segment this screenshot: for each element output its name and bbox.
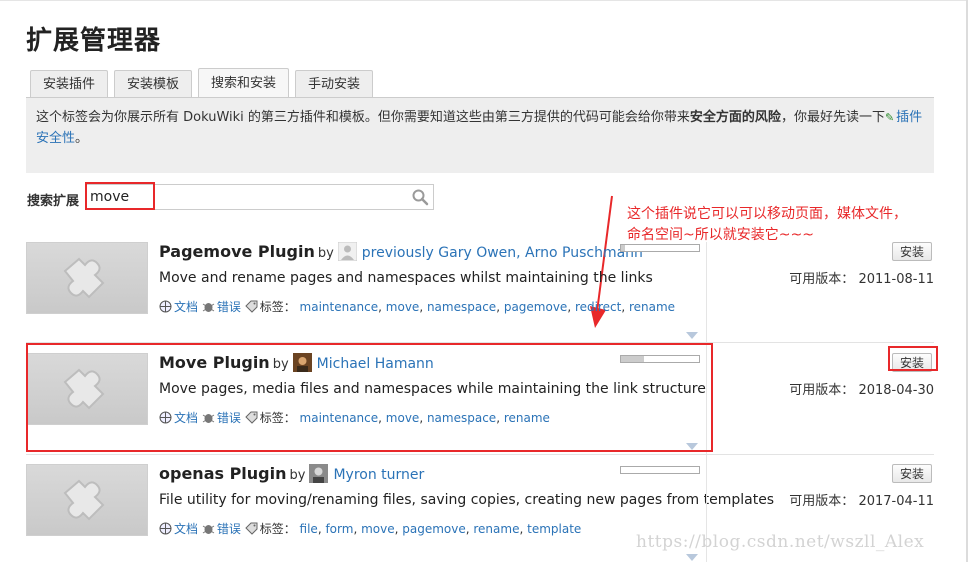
version-info: 可用版本： 2017-04-11 bbox=[789, 490, 934, 509]
plugin-name: Pagemove Plugin bbox=[159, 242, 315, 261]
tag-link[interactable]: maintenance bbox=[300, 300, 379, 314]
annotation-line-1: 这个插件说它可以可以移动页面，媒体文件， bbox=[627, 206, 907, 222]
plugin-meta: 文档 错误 标签： maintenance, move, namespace, … bbox=[159, 298, 675, 315]
tags-label: 标签： bbox=[259, 300, 296, 314]
annotation-note: 这个插件说它可以可以移动页面，媒体文件， 命名空间~所以就安装它~~~ bbox=[627, 204, 957, 246]
tag-icon bbox=[244, 522, 258, 535]
popularity-fill bbox=[621, 245, 625, 251]
intro-text: 这个标签会为你展示所有 DokuWiki 的第三方插件和模板。但你需要知道这些由… bbox=[36, 110, 690, 125]
tag-link[interactable]: template bbox=[527, 522, 581, 536]
bug-icon bbox=[202, 303, 215, 312]
author-avatar-placeholder-icon bbox=[337, 242, 357, 261]
tag-link[interactable]: rename bbox=[473, 522, 519, 536]
intro-text-2: ，你最好先读一下 bbox=[780, 110, 885, 125]
watermark: https://blog.csdn.net/wszll_Alex bbox=[636, 532, 925, 552]
plugin-item-openas: openas Plugin by Myron turner File utility… bbox=[26, 464, 934, 574]
plugin-name: openas Plugin bbox=[159, 464, 287, 483]
version-value: 2017-04-11 bbox=[858, 494, 934, 509]
version-info: 可用版本： 2011-08-11 bbox=[789, 268, 934, 287]
page-title: 扩展管理器 bbox=[26, 26, 162, 56]
install-button[interactable]: 安装 bbox=[892, 242, 932, 261]
plugin-thumbnail bbox=[26, 242, 148, 314]
puzzle-icon bbox=[63, 257, 105, 299]
bugs-link[interactable]: 错误 bbox=[217, 300, 241, 314]
version-value: 2018-04-30 bbox=[858, 383, 934, 398]
plugin-meta: 文档 错误 标签： file, form, move, pagemove, re… bbox=[159, 520, 581, 537]
version-value: 2011-08-11 bbox=[858, 272, 934, 287]
version-label: 可用版本： bbox=[789, 383, 855, 398]
tab-manual-install[interactable]: 手动安装 bbox=[295, 70, 374, 97]
tag-link[interactable]: move bbox=[386, 300, 420, 314]
tab-bar: 安装插件 安装模板 搜索和安装 手动安装 bbox=[30, 68, 374, 97]
plugin-description: Move and rename pages and namespaces whi… bbox=[159, 270, 653, 286]
author-link[interactable]: previously Gary Owen, Arno Puschmann bbox=[362, 245, 643, 261]
tab-install-plugins[interactable]: 安装插件 bbox=[30, 70, 109, 97]
plugin-title: Pagemove Plugin by previously Gary Owen, A… bbox=[159, 242, 643, 261]
tag-link[interactable]: namespace bbox=[427, 300, 496, 314]
bug-icon bbox=[202, 525, 215, 534]
intro-text-3: 。 bbox=[75, 131, 89, 146]
by-label: by bbox=[289, 468, 306, 483]
by-label: by bbox=[317, 246, 334, 261]
plugin-item-pagemove: Pagemove Plugin by previously Gary Owen, A… bbox=[26, 242, 934, 354]
tag-link[interactable]: form bbox=[325, 522, 353, 536]
tag-link[interactable]: pagemove bbox=[504, 300, 568, 314]
docs-link[interactable]: 文档 bbox=[174, 522, 198, 536]
globe-icon bbox=[159, 522, 172, 535]
tab-search-install[interactable]: 搜索和安装 bbox=[198, 68, 290, 97]
author-avatar bbox=[309, 464, 329, 483]
tag-icon bbox=[244, 300, 258, 313]
top-divider bbox=[0, 0, 968, 1]
install-button[interactable]: 安装 bbox=[892, 464, 932, 483]
plugin-description: File utility for moving/renaming files, … bbox=[159, 492, 775, 508]
plugin-divider bbox=[26, 454, 934, 455]
puzzle-icon bbox=[63, 479, 105, 521]
popularity-bar bbox=[620, 466, 700, 474]
tag-link[interactable]: pagemove bbox=[402, 522, 466, 536]
version-info: 可用版本： 2018-04-30 bbox=[789, 379, 934, 398]
tag-link[interactable]: rename bbox=[629, 300, 675, 314]
version-label: 可用版本： bbox=[789, 494, 855, 509]
tag-link[interactable]: move bbox=[361, 522, 395, 536]
bugs-link[interactable]: 错误 bbox=[217, 522, 241, 536]
version-label: 可用版本： bbox=[789, 272, 855, 287]
plugin-title: openas Plugin by Myron turner bbox=[159, 464, 424, 483]
search-label: 搜索扩展 bbox=[27, 194, 80, 209]
tag-link[interactable]: redirect bbox=[575, 300, 621, 314]
plugin-thumbnail bbox=[26, 464, 148, 536]
docs-link[interactable]: 文档 bbox=[174, 300, 198, 314]
tab-install-templates[interactable]: 安装模板 bbox=[114, 70, 193, 97]
search-highlight-box bbox=[85, 182, 155, 210]
expand-chevron-icon[interactable] bbox=[686, 554, 698, 561]
pencil-icon: ✎ bbox=[884, 111, 895, 124]
intro-warning: 安全方面的风险 bbox=[689, 110, 781, 125]
tag-link[interactable]: file bbox=[300, 522, 318, 536]
globe-icon bbox=[159, 300, 172, 313]
expand-chevron-icon[interactable] bbox=[686, 332, 698, 339]
column-divider bbox=[706, 242, 707, 354]
tags-label: 标签： bbox=[259, 522, 296, 536]
install-highlight-box bbox=[888, 346, 938, 371]
highlight-box bbox=[26, 343, 713, 452]
intro-panel: 这个标签会为你展示所有 DokuWiki 的第三方插件和模板。但你需要知道这些由… bbox=[26, 97, 934, 173]
popularity-bar bbox=[620, 244, 700, 252]
search-icon[interactable] bbox=[411, 188, 429, 206]
author-link[interactable]: Myron turner bbox=[333, 467, 424, 483]
